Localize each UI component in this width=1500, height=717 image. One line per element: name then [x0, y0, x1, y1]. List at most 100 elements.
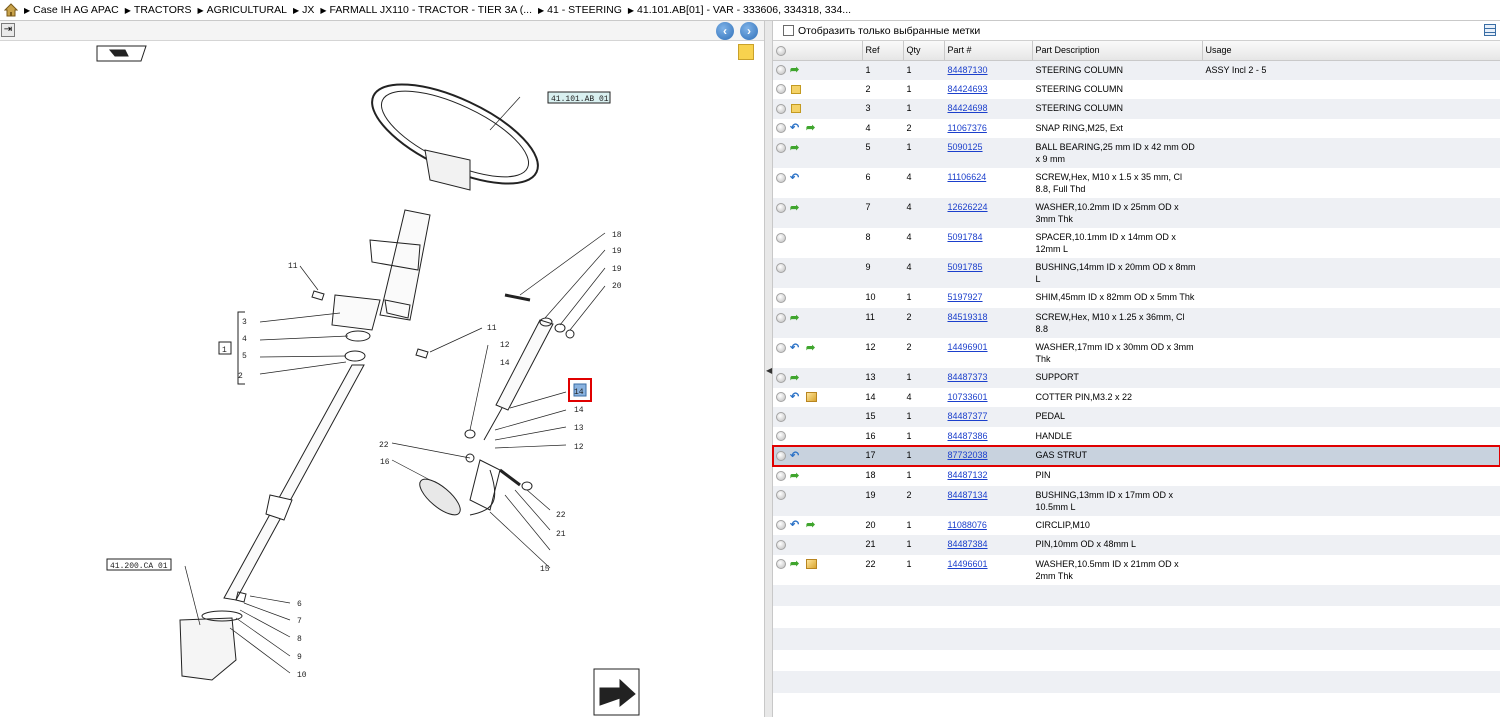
row-select-icon[interactable]: [776, 411, 786, 422]
diagram-ref-label[interactable]: 3: [242, 318, 247, 327]
part-number-link[interactable]: 84487373: [948, 372, 988, 382]
part-number-link[interactable]: 5091785: [948, 262, 983, 272]
table-row[interactable]: 16 1 84487386 HANDLE: [773, 426, 1500, 447]
col-description[interactable]: Part Description: [1032, 41, 1203, 61]
part-number-link[interactable]: 84487130: [948, 65, 988, 75]
diagram-ref-label[interactable]: 2: [238, 372, 243, 381]
row-select-icon[interactable]: [776, 392, 786, 403]
previous-page-icon[interactable]: ‹: [716, 22, 734, 40]
package-icon[interactable]: [806, 559, 817, 570]
green-arrow-icon[interactable]: ➦: [790, 372, 802, 383]
row-select-icon[interactable]: [776, 123, 786, 134]
diagram-ref-label[interactable]: 21: [556, 530, 566, 539]
row-select-icon[interactable]: [776, 84, 786, 95]
table-row[interactable]: ➦ 13 1 84487373 SUPPORT: [773, 367, 1500, 388]
table-row[interactable]: ➦ 22 1 14496601 WASHER,10.5mm ID x 21mm OD x…: [773, 554, 1500, 585]
blue-arrow-icon[interactable]: ↶: [790, 123, 802, 134]
table-row[interactable]: 9 4 5091785 BUSHING,14mm ID x 20mm OD x 8mm…: [773, 258, 1500, 289]
pane-splitter[interactable]: ◀: [764, 21, 773, 717]
table-row[interactable]: ↶ 17 1 87732038 GAS STRUT: [772, 445, 1500, 467]
select-all-icon[interactable]: [776, 45, 786, 56]
row-select-icon[interactable]: [776, 143, 786, 153]
green-arrow-icon[interactable]: ➦: [806, 520, 818, 531]
row-select-icon[interactable]: [776, 559, 786, 570]
part-number-link[interactable]: 84424693: [948, 84, 988, 94]
diagram-ref-label[interactable]: 4: [242, 335, 247, 344]
part-number-link[interactable]: 84487384: [948, 539, 988, 549]
diagram-ref-label[interactable]: 22: [556, 511, 566, 520]
diagram-ref-label[interactable]: 13: [574, 424, 584, 433]
green-arrow-icon[interactable]: ➦: [790, 559, 802, 570]
table-row[interactable]: 15 1 84487377 PEDAL: [773, 407, 1500, 427]
diagram-ref-label[interactable]: 12: [500, 341, 510, 350]
part-number-link[interactable]: 84487386: [948, 431, 988, 441]
row-select-icon[interactable]: [776, 431, 786, 442]
breadcrumb-item[interactable]: ▶ Case IH AG APAC: [24, 4, 119, 16]
row-select-icon[interactable]: [776, 450, 786, 461]
home-icon[interactable]: [4, 3, 18, 17]
diagram-ref-label[interactable]: 10: [297, 671, 307, 680]
row-select-icon[interactable]: [776, 539, 786, 550]
grid-view-icon[interactable]: [1484, 24, 1496, 36]
diagram-ref-label[interactable]: 20: [612, 282, 622, 291]
row-select-icon[interactable]: [776, 173, 786, 183]
diagram-ref-label[interactable]: 14: [574, 406, 584, 415]
row-select-icon[interactable]: [776, 65, 786, 76]
diagram-ref-label[interactable]: 16: [380, 458, 390, 467]
blue-arrow-icon[interactable]: ↶: [790, 392, 802, 403]
part-number-link[interactable]: 84487134: [948, 490, 988, 500]
row-select-icon[interactable]: [776, 470, 786, 481]
row-select-icon[interactable]: [776, 293, 786, 303]
diagram-ref-label[interactable]: 7: [297, 617, 302, 626]
part-number-link[interactable]: 84424698: [948, 103, 988, 113]
diagram-ref-label[interactable]: 18: [612, 231, 622, 240]
diagram-ref-label[interactable]: 11: [288, 262, 298, 271]
row-select-icon[interactable]: [776, 233, 786, 243]
note-icon[interactable]: [791, 84, 801, 94]
green-arrow-icon[interactable]: ➦: [790, 143, 802, 154]
row-select-icon[interactable]: [776, 312, 786, 323]
breadcrumb-item[interactable]: ▶ 41 - STEERING: [538, 4, 622, 16]
diagram-ref-label[interactable]: 22: [379, 441, 389, 450]
green-arrow-icon[interactable]: ➦: [806, 342, 818, 353]
collapse-arrow-icon[interactable]: ◀: [766, 361, 772, 381]
col-part-number[interactable]: Part #: [944, 41, 1033, 61]
note-icon[interactable]: [791, 104, 801, 114]
col-ref[interactable]: Ref: [862, 41, 904, 61]
table-row[interactable]: 3 1 84424698 STEERING COLUMN: [773, 99, 1500, 119]
part-number-link[interactable]: 11088076: [948, 520, 987, 530]
package-icon[interactable]: [806, 392, 817, 403]
select-all-header[interactable]: [773, 41, 863, 61]
row-select-icon[interactable]: [776, 490, 786, 501]
row-select-icon[interactable]: [776, 203, 786, 213]
part-number-link[interactable]: 11106624: [948, 172, 987, 182]
table-row[interactable]: 21 1 84487384 PIN,10mm OD x 48mm L: [773, 535, 1500, 555]
part-number-link[interactable]: 12626224: [948, 202, 988, 212]
row-select-icon[interactable]: [776, 103, 786, 114]
diagram-ref-label[interactable]: 19: [612, 265, 622, 274]
diagram-ref-label[interactable]: 19: [612, 247, 622, 256]
table-row[interactable]: ↶ ➦ 20 1 11088076 CIRCLIP,M10: [773, 515, 1500, 536]
part-number-link[interactable]: 5091784: [948, 232, 983, 242]
breadcrumb-item[interactable]: ▶ TRACTORS: [125, 4, 192, 16]
part-number-link[interactable]: 14496601: [948, 559, 988, 569]
diagram-ref-label[interactable]: 5: [242, 352, 247, 361]
blue-arrow-icon[interactable]: ↶: [790, 520, 802, 531]
diagram-ref-label[interactable]: 6: [297, 600, 302, 609]
table-row[interactable]: ↶ ➦ 12 2 14496901 WASHER,17mm ID x 30mm OD x …: [773, 337, 1500, 368]
table-row[interactable]: 19 2 84487134 BUSHING,13mm ID x 17mm OD x 1…: [773, 485, 1500, 516]
table-row[interactable]: ➦ 7 4 12626224 WASHER,10.2mm ID x 25mm OD x …: [773, 198, 1500, 229]
part-number-link[interactable]: 87732038: [948, 450, 988, 460]
diagram-ref-label[interactable]: 15: [540, 565, 550, 574]
col-usage[interactable]: Usage: [1202, 41, 1500, 61]
blue-arrow-icon[interactable]: ↶: [790, 450, 802, 461]
part-number-link[interactable]: 10733601: [948, 392, 988, 402]
green-arrow-icon[interactable]: ➦: [790, 203, 802, 214]
green-arrow-icon[interactable]: ➦: [806, 123, 818, 134]
part-number-link[interactable]: 11067376: [948, 123, 987, 133]
table-row[interactable]: ➦ 18 1 84487132 PIN: [773, 465, 1500, 486]
diagram-ref-label[interactable]: 9: [297, 653, 302, 662]
green-arrow-icon[interactable]: ➦: [790, 470, 802, 481]
diagram-ref-label[interactable]: 12: [574, 443, 584, 452]
table-row[interactable]: ➦ 5 1 5090125 BALL BEARING,25 mm ID x 42 mm …: [773, 138, 1500, 169]
